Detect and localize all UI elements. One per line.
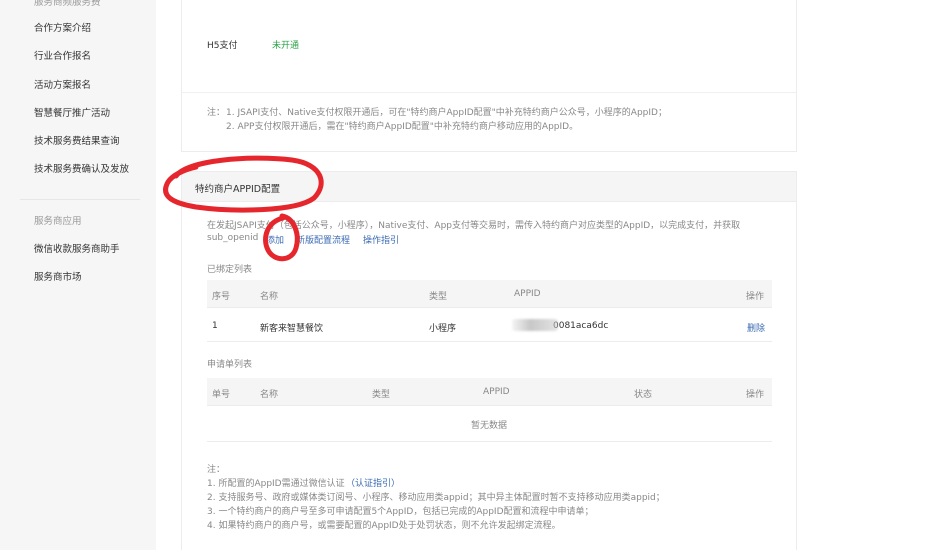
sidebar-item-cooperation-plan[interactable]: 合作方案介绍 bbox=[34, 20, 91, 34]
h5-pay-label: H5支付 bbox=[207, 41, 238, 51]
appid-config-panel: 特约商户APPID配置 在发起JSAPI支付（包括公众号，小程序），Native… bbox=[181, 171, 797, 550]
sidebar-item-cashier-helper[interactable]: 微信收款服务商助手 bbox=[34, 241, 120, 255]
config-flow-link[interactable]: 新版配置流程 bbox=[296, 233, 350, 246]
sidebar-item-market[interactable]: 服务商市场 bbox=[34, 269, 82, 283]
sidebar-item-industry-signup[interactable]: 行业合作报名 bbox=[34, 48, 91, 62]
sidebar-item-smart-restaurant[interactable]: 智慧餐厅推广活动 bbox=[34, 105, 110, 119]
apply-list-title: 申请单列表 bbox=[207, 360, 253, 370]
bound-list-title: 已绑定列表 bbox=[207, 265, 253, 275]
bound-table-header: 序号 名称 类型 APPID 操作 bbox=[207, 280, 772, 307]
header-divider bbox=[207, 307, 772, 308]
row-appid: 0081aca6dc bbox=[553, 321, 609, 331]
notes-bottom-line1: 1. 所配置的AppID需通过微信认证 bbox=[207, 479, 345, 489]
payment-permissions-panel: H5支付 未开通 注： 1. JSAPI支付、Native支付权限开通后，可在"… bbox=[181, 0, 797, 152]
sidebar-item-activity-signup[interactable]: 活动方案报名 bbox=[34, 77, 91, 91]
row-seq: 1 bbox=[212, 321, 218, 331]
empty-state: 暂无数据 bbox=[471, 421, 508, 431]
sidebar-item-cut[interactable]: 服务商频服务费 bbox=[34, 0, 101, 8]
header-apply-appid: APPID bbox=[483, 387, 510, 397]
sidebar-divider bbox=[20, 199, 140, 200]
notes-bottom-line2: 2. 支持服务号、政府或媒体类订阅号、小程序、移动应用类appid；其中异主体配… bbox=[207, 493, 665, 503]
header-apply-action: 操作 bbox=[746, 390, 765, 400]
header-apply-name: 名称 bbox=[260, 390, 279, 400]
sidebar-item-fee-confirm[interactable]: 技术服务费确认及发放 bbox=[34, 161, 129, 175]
apply-row-divider bbox=[207, 441, 772, 442]
sidebar: 服务商频服务费 合作方案介绍 行业合作报名 活动方案报名 智慧餐厅推广活动 技术… bbox=[0, 0, 156, 550]
notes-bottom-line3: 3. 一个特约商户的商户号至多可申请配置5个AppID，包括已完成的AppID配… bbox=[207, 507, 594, 517]
row-divider bbox=[207, 341, 772, 342]
sidebar-item-fee-query[interactable]: 技术服务费结果查询 bbox=[34, 133, 120, 147]
row-type: 小程序 bbox=[429, 324, 457, 334]
header-apply-type: 类型 bbox=[372, 390, 391, 400]
appid-redaction bbox=[512, 319, 558, 331]
appid-section-header: 特约商户APPID配置 bbox=[182, 172, 796, 202]
row-name: 新客来智慧餐饮 bbox=[260, 324, 324, 334]
appid-desc-line2: sub_openid bbox=[207, 233, 259, 243]
header-appid: APPID bbox=[514, 289, 541, 299]
header-action: 操作 bbox=[746, 292, 765, 302]
notes-top-line2: 2. APP支付权限开通后，需在"特约商户AppID配置"中补充特约商户移动应用… bbox=[226, 122, 579, 132]
notes-top-prefix: 注： bbox=[207, 108, 226, 118]
guide-link[interactable]: 操作指引 bbox=[363, 233, 399, 246]
bound-table: 序号 名称 类型 APPID 操作 1 新客来智慧餐饮 小程序 0081aca6… bbox=[207, 280, 772, 342]
header-type: 类型 bbox=[429, 292, 448, 302]
sidebar-heading-apps: 服务商应用 bbox=[34, 216, 82, 227]
add-appid-link[interactable]: 添加 bbox=[266, 233, 284, 246]
appid-desc-line1: 在发起JSAPI支付（包括公众号，小程序），Native支付、App支付等交易时… bbox=[207, 221, 741, 231]
header-no: 单号 bbox=[212, 390, 231, 400]
apply-header-divider bbox=[207, 405, 772, 406]
verify-guide-link[interactable]: （认证指引） bbox=[346, 476, 400, 489]
apply-table: 单号 名称 类型 APPID 状态 操作 暂无数据 bbox=[207, 378, 772, 442]
delete-link[interactable]: 删除 bbox=[747, 321, 765, 334]
header-seq: 序号 bbox=[212, 292, 231, 302]
appid-section-title: 特约商户APPID配置 bbox=[195, 184, 281, 195]
notes-bottom-line4: 4. 如果特约商户的商户号，或需要配置的AppID处于处罚状态，则不允许发起绑定… bbox=[207, 521, 561, 531]
header-apply-status: 状态 bbox=[634, 390, 653, 400]
header-name: 名称 bbox=[260, 292, 279, 302]
notes-bottom-prefix: 注： bbox=[207, 465, 226, 475]
h5-divider bbox=[181, 92, 797, 93]
notes-top-line1: 1. JSAPI支付、Native支付权限开通后，可在"特约商户AppID配置"… bbox=[226, 108, 667, 118]
apply-table-header: 单号 名称 类型 APPID 状态 操作 bbox=[207, 378, 772, 405]
h5-pay-status: 未开通 bbox=[272, 41, 300, 51]
